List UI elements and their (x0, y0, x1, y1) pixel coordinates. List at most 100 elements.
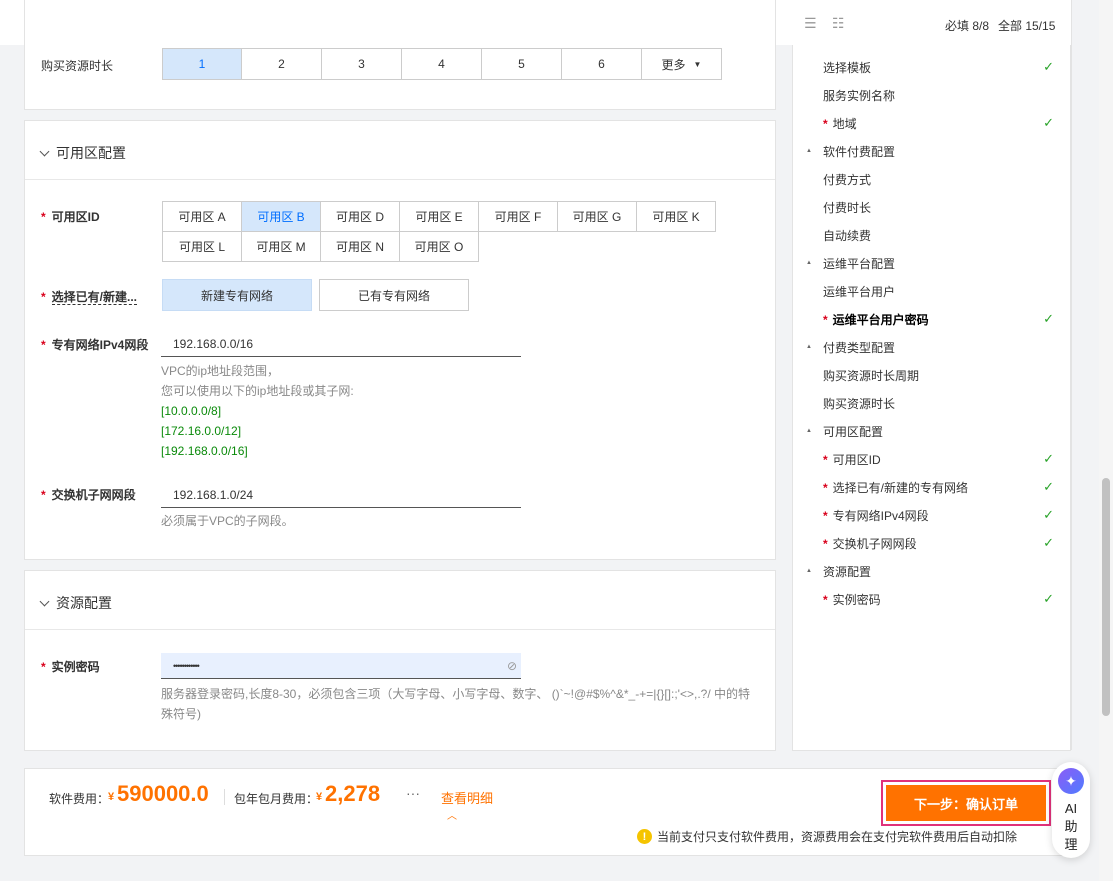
required-progress: 必填 8/8 (945, 19, 990, 33)
nav-item[interactable]: * 实例密码 ✓ (793, 585, 1070, 613)
nav-item-label: 交换机子网网段 (832, 536, 917, 551)
nav-item[interactable]: ▲ 运维平台配置 (793, 249, 1070, 277)
check-icon: ✓ (1043, 535, 1054, 550)
nav-item-label: 服务实例名称 (823, 88, 896, 103)
nav-item[interactable]: 自动续费 (793, 221, 1070, 249)
check-icon: ✓ (1043, 311, 1054, 326)
az-option-g[interactable]: 可用区 G (557, 201, 637, 232)
az-option-o[interactable]: 可用区 O (399, 231, 479, 262)
currency-symbol: ¥ (108, 791, 115, 803)
nav-item[interactable]: * 交换机子网网段 ✓ (793, 529, 1070, 557)
vpc-choice-label: * 选择已有/新建... (41, 290, 138, 305)
ai-assistant-button[interactable]: ✦ AI 助 理 (1052, 762, 1090, 858)
collapse-triangle-icon[interactable]: ▲ (806, 428, 812, 434)
resource-config-panel: 资源配置 * 实例密码 •••••••••••• ⊘ 服务器登录密码,长度8-30… (24, 570, 776, 751)
nav-item[interactable]: ▲ 软件付费配置 (793, 137, 1070, 165)
software-fee-label: 软件费用： (49, 792, 110, 806)
nav-item[interactable]: 选择模板 ✓ (793, 53, 1070, 81)
collapse-triangle-icon[interactable]: ▲ (806, 344, 812, 350)
password-label: * 实例密码 (41, 660, 100, 674)
resource-section-header[interactable]: 资源配置 (39, 593, 112, 613)
check-icon: ✓ (1043, 115, 1054, 130)
az-option-n[interactable]: 可用区 N (320, 231, 400, 262)
az-option-l[interactable]: 可用区 L (162, 231, 242, 262)
nav-item[interactable]: ▲ 可用区配置 (793, 417, 1070, 445)
required-marker: * (823, 508, 828, 523)
vswitch-label: * 交换机子网网段 (41, 488, 136, 502)
subscription-fee-label: 包年包月费用： (234, 792, 319, 806)
chevron-down-icon (39, 596, 50, 606)
nav-item-label: 软件付费配置 (823, 144, 896, 159)
az-config-panel: 可用区配置 * 可用区ID 可用区 A 可用区 B 可用区 D 可用区 E 可用区… (24, 120, 776, 560)
eye-off-icon[interactable]: ⊘ (507, 659, 517, 673)
check-icon: ✓ (1043, 59, 1054, 74)
required-marker: * (823, 452, 828, 467)
chevron-up-icon[interactable]: ︿ (447, 807, 457, 822)
software-fee: 590000.0 (117, 781, 209, 806)
check-icon: ✓ (1043, 479, 1054, 494)
az-section-header[interactable]: 可用区配置 (39, 143, 126, 163)
nav-item[interactable]: 运维平台用户 (793, 277, 1070, 305)
collapse-triangle-icon[interactable]: ▲ (806, 260, 812, 266)
duration-more-dropdown[interactable]: 更多 ▼ (641, 48, 722, 80)
duration-option-4[interactable]: 4 (401, 48, 482, 80)
nav-item[interactable]: ▲ 付费类型配置 (793, 333, 1070, 361)
nav-item[interactable]: 付费时长 (793, 193, 1070, 221)
duration-option-2[interactable]: 2 (241, 48, 322, 80)
nav-item-label: 付费方式 (823, 172, 872, 187)
az-option-f[interactable]: 可用区 F (478, 201, 558, 232)
nav-item[interactable]: * 地域 ✓ (793, 109, 1070, 137)
more-icon[interactable]: ··· (406, 785, 420, 801)
ipv4-help: VPC的ip地址段范围， 您可以使用以下的ip地址段或其子网: [10.0.0.… (161, 364, 354, 458)
az-option-k[interactable]: 可用区 K (636, 201, 716, 232)
duration-panel: 购买资源时长 1 2 3 4 5 6 更多 ▼ (24, 0, 776, 110)
scrollbar-thumb[interactable] (1102, 478, 1110, 716)
ai-assistant-icon: ✦ (1058, 768, 1084, 794)
nav-item[interactable]: * 运维平台用户密码 ✓ (793, 305, 1070, 333)
collapse-triangle-icon[interactable]: ▲ (806, 568, 812, 574)
resource-section-title: 资源配置 (56, 595, 112, 611)
nav-item[interactable]: 购买资源时长周期 (793, 361, 1070, 389)
caret-down-icon: ▼ (693, 59, 702, 69)
collapse-all-icon[interactable]: ☷ (832, 15, 845, 32)
az-option-e[interactable]: 可用区 E (399, 201, 479, 232)
more-label: 更多 (661, 57, 686, 72)
nav-item-label: 专有网络IPv4网段 (832, 508, 929, 523)
duration-option-6[interactable]: 6 (561, 48, 642, 80)
collapse-triangle-icon[interactable]: ▲ (806, 148, 812, 154)
all-progress: 全部 15/15 (998, 19, 1056, 33)
check-icon: ✓ (1043, 591, 1054, 606)
required-marker: * (823, 480, 828, 495)
ipv4-input[interactable]: 192.168.0.0/16 (161, 331, 521, 357)
nav-item[interactable]: 服务实例名称 (793, 81, 1070, 109)
ipv4-label: * 专有网络IPv4网段 (41, 338, 149, 352)
az-option-m[interactable]: 可用区 M (241, 231, 321, 262)
duration-option-3[interactable]: 3 (321, 48, 402, 80)
nav-item-label: 购买资源时长周期 (823, 368, 920, 383)
existing-vpc-button[interactable]: 已有专有网络 (319, 279, 469, 311)
password-input[interactable]: •••••••••••• ⊘ (161, 653, 521, 679)
nav-item[interactable]: * 选择已有/新建的专有网络 ✓ (793, 473, 1070, 501)
nav-item-label: 选择模板 (823, 60, 872, 75)
nav-item[interactable]: * 可用区ID ✓ (793, 445, 1070, 473)
vswitch-help: 必须属于VPC的子网段。 (161, 514, 294, 528)
nav-item[interactable]: 购买资源时长 (793, 389, 1070, 417)
subscription-fee: 2,278 (325, 781, 381, 806)
warning-icon: ! (637, 829, 652, 844)
nav-item-label: 自动续费 (823, 228, 872, 243)
az-option-a[interactable]: 可用区 A (162, 201, 242, 232)
vswitch-input[interactable]: 192.168.1.0/24 (161, 482, 521, 508)
nav-item-label: 付费类型配置 (823, 340, 896, 355)
nav-item[interactable]: 付费方式 (793, 165, 1070, 193)
view-details-link[interactable]: 查看明细 (441, 788, 493, 807)
expand-all-icon[interactable]: ☰ (804, 15, 817, 32)
next-confirm-order-button[interactable]: 下一步：确认订单 (881, 780, 1051, 826)
new-vpc-button[interactable]: 新建专有网络 (162, 279, 312, 311)
az-option-b[interactable]: 可用区 B (241, 201, 321, 232)
duration-option-5[interactable]: 5 (481, 48, 562, 80)
az-option-d[interactable]: 可用区 D (320, 201, 400, 232)
nav-item[interactable]: * 专有网络IPv4网段 ✓ (793, 501, 1070, 529)
duration-option-1[interactable]: 1 (162, 48, 242, 80)
nav-item[interactable]: ▲ 资源配置 (793, 557, 1070, 585)
page-scrollbar[interactable] (1099, 0, 1113, 881)
